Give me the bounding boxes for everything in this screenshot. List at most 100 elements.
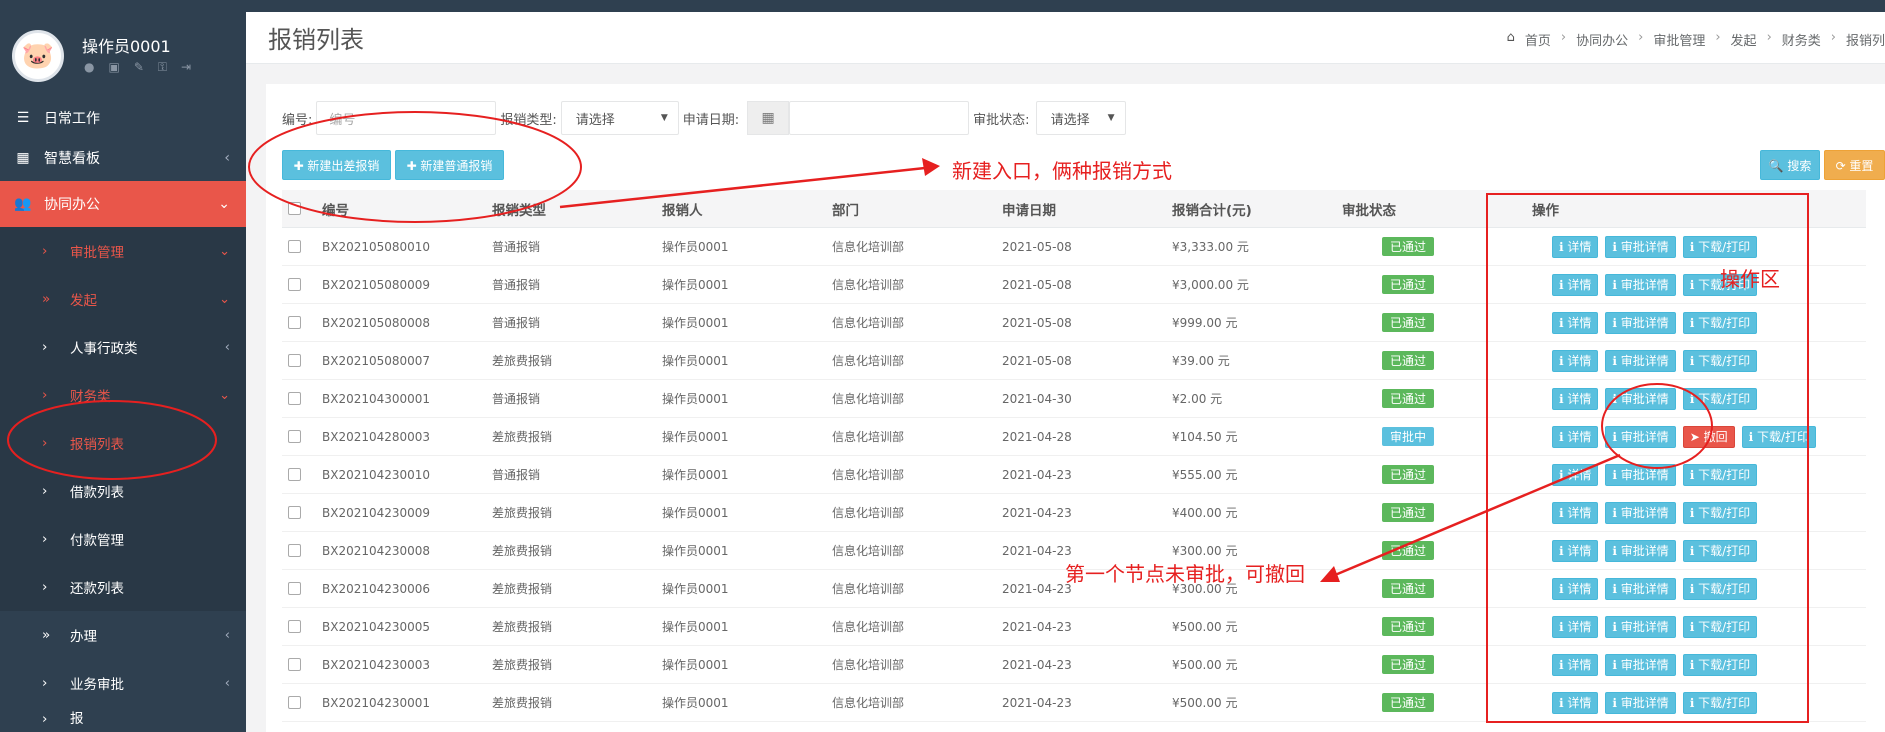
row-checkbox[interactable] bbox=[288, 240, 301, 253]
reset-button[interactable]: ⟳ 重置 bbox=[1824, 150, 1885, 180]
user-icon[interactable]: ● bbox=[84, 60, 94, 75]
detail-button[interactable]: ℹ 详情 bbox=[1552, 577, 1599, 600]
audit-detail-button[interactable]: ℹ 审批详情 bbox=[1605, 653, 1676, 676]
breadcrumb-item[interactable]: 财务类 bbox=[1782, 30, 1821, 49]
row-checkbox[interactable] bbox=[288, 620, 301, 633]
menu-label: 报 bbox=[70, 711, 84, 727]
menu-collab-office[interactable]: 👥 协同办公 ⌄ bbox=[0, 181, 246, 227]
new-normal-expense-button[interactable]: ✚ 新建普通报销 bbox=[395, 150, 504, 180]
row-checkbox[interactable] bbox=[288, 582, 301, 595]
menu-expense-list[interactable]: › 报销列表 bbox=[0, 419, 246, 467]
row-checkbox[interactable] bbox=[288, 506, 301, 519]
breadcrumb-item[interactable]: 首页 bbox=[1525, 30, 1551, 49]
detail-button[interactable]: ℹ 详情 bbox=[1552, 539, 1599, 562]
detail-button[interactable]: ℹ 详情 bbox=[1552, 273, 1599, 296]
user-name[interactable]: 操作员0001 bbox=[82, 33, 171, 57]
audit-detail-button[interactable]: ℹ 审批详情 bbox=[1605, 501, 1676, 524]
audit-detail-button[interactable]: ℹ 审批详情 bbox=[1605, 463, 1676, 486]
menu-more[interactable]: › 报 bbox=[0, 707, 246, 727]
revoke-button[interactable]: ➤ 撤回 bbox=[1682, 425, 1735, 448]
download-print-button[interactable]: ℹ 下载/打印 bbox=[1682, 501, 1758, 524]
row-checkbox[interactable] bbox=[288, 430, 301, 443]
menu-finance[interactable]: › 财务类 ⌄ bbox=[0, 371, 246, 419]
row-checkbox[interactable] bbox=[288, 392, 301, 405]
audit-detail-button[interactable]: ℹ 审批详情 bbox=[1605, 273, 1676, 296]
audit-detail-button[interactable]: ℹ 审批详情 bbox=[1605, 539, 1676, 562]
detail-button[interactable]: ℹ 详情 bbox=[1552, 425, 1599, 448]
download-print-button[interactable]: ℹ 下载/打印 bbox=[1682, 691, 1758, 714]
breadcrumb-item[interactable]: 审批管理 bbox=[1653, 30, 1705, 49]
row-checkbox[interactable] bbox=[288, 316, 301, 329]
detail-button[interactable]: ℹ 详情 bbox=[1552, 387, 1599, 410]
type-select[interactable]: 请选择 ▼ bbox=[560, 101, 679, 135]
key-icon[interactable]: ⚿ bbox=[158, 60, 167, 75]
detail-button[interactable]: ℹ 详情 bbox=[1552, 349, 1599, 372]
row-checkbox[interactable] bbox=[288, 278, 301, 291]
row-checkbox[interactable] bbox=[288, 354, 301, 367]
menu-repay-list[interactable]: › 还款列表 bbox=[0, 563, 246, 611]
menu-hr-admin[interactable]: › 人事行政类 ‹ bbox=[0, 323, 246, 371]
header-person[interactable]: 报销人 bbox=[662, 199, 703, 219]
audit-detail-button[interactable]: ℹ 审批详情 bbox=[1605, 691, 1676, 714]
menu-loan-list[interactable]: › 借款列表 bbox=[0, 467, 246, 515]
detail-button[interactable]: ℹ 详情 bbox=[1552, 501, 1599, 524]
row-checkbox[interactable] bbox=[288, 544, 301, 557]
audit-detail-button[interactable]: ℹ 审批详情 bbox=[1605, 235, 1676, 258]
row-checkbox[interactable] bbox=[288, 468, 301, 481]
header-date[interactable]: 申请日期 bbox=[1002, 199, 1056, 219]
audit-detail-button[interactable]: ℹ 审批详情 bbox=[1605, 577, 1676, 600]
breadcrumb-item[interactable]: 发起 bbox=[1731, 30, 1757, 49]
menu-approval-mgmt[interactable]: › 审批管理 ⌄ bbox=[0, 227, 246, 275]
detail-button[interactable]: ℹ 详情 bbox=[1552, 691, 1599, 714]
download-print-button[interactable]: ℹ 下载/打印 bbox=[1682, 577, 1758, 600]
detail-button[interactable]: ℹ 详情 bbox=[1552, 653, 1599, 676]
download-print-button[interactable]: ℹ 下载/打印 bbox=[1682, 311, 1758, 334]
header-code[interactable]: 编号 bbox=[322, 199, 349, 219]
edit-icon[interactable]: ✎ bbox=[134, 60, 144, 75]
detail-button[interactable]: ℹ 详情 bbox=[1552, 311, 1599, 334]
download-print-button[interactable]: ℹ 下载/打印 bbox=[1682, 615, 1758, 638]
breadcrumb-item[interactable]: 报销列 bbox=[1846, 30, 1885, 49]
select-all-checkbox[interactable] bbox=[288, 202, 301, 215]
id-card-icon[interactable]: ▣ bbox=[108, 60, 119, 75]
menu-dashboard[interactable]: ▦ 智慧看板 ‹ bbox=[0, 135, 246, 181]
menu-initiate[interactable]: » 发起 ⌄ bbox=[0, 275, 246, 323]
row-checkbox[interactable] bbox=[288, 658, 301, 671]
detail-button[interactable]: ℹ 详情 bbox=[1552, 463, 1599, 486]
table-row: BX202104230001 差旅费报销 操作员0001 信息化培训部 2021-04-… bbox=[282, 684, 1866, 722]
row-checkbox[interactable] bbox=[288, 696, 301, 709]
download-print-button[interactable]: ℹ 下载/打印 bbox=[1682, 349, 1758, 372]
menu-handle[interactable]: » 办理 ‹ bbox=[0, 611, 246, 659]
audit-detail-button[interactable]: ℹ 审批详情 bbox=[1605, 311, 1676, 334]
status-select[interactable]: 请选择 ▼ bbox=[1035, 101, 1126, 135]
breadcrumb-item[interactable]: 协同办公 bbox=[1576, 30, 1628, 49]
logout-icon[interactable]: ⇥ bbox=[181, 60, 191, 75]
code-input[interactable]: 编号 bbox=[316, 101, 497, 135]
download-print-button[interactable]: ℹ 下载/打印 bbox=[1682, 387, 1758, 410]
calendar-icon[interactable]: ▦ bbox=[747, 101, 790, 135]
menu-biz-audit[interactable]: › 业务审批 ‹ bbox=[0, 659, 246, 707]
date-input[interactable] bbox=[789, 101, 970, 135]
menu-daily-work[interactable]: ☰ 日常工作 bbox=[0, 103, 246, 133]
download-print-button[interactable]: ℹ 下载/打印 bbox=[1682, 463, 1758, 486]
download-print-button[interactable]: ℹ 下载/打印 bbox=[1741, 425, 1817, 448]
download-print-button[interactable]: ℹ 下载/打印 bbox=[1682, 539, 1758, 562]
header-dept[interactable]: 部门 bbox=[832, 199, 859, 219]
detail-button[interactable]: ℹ 详情 bbox=[1552, 235, 1599, 258]
audit-detail-button[interactable]: ℹ 审批详情 bbox=[1605, 349, 1676, 372]
audit-detail-button[interactable]: ℹ 审批详情 bbox=[1605, 387, 1676, 410]
header-amount[interactable]: 报销合计(元) bbox=[1172, 199, 1252, 219]
download-print-button[interactable]: ℹ 下载/打印 bbox=[1682, 235, 1758, 258]
new-travel-expense-button[interactable]: ✚ 新建出差报销 bbox=[282, 150, 391, 180]
cell-date: 2021-05-08 bbox=[1002, 353, 1072, 368]
download-print-button[interactable]: ℹ 下载/打印 bbox=[1682, 653, 1758, 676]
cell-date: 2021-04-28 bbox=[1002, 429, 1072, 444]
menu-payment-mgmt[interactable]: › 付款管理 bbox=[0, 515, 246, 563]
header-type[interactable]: 报销类型 bbox=[492, 199, 546, 219]
search-button[interactable]: 🔍 搜索 bbox=[1760, 150, 1820, 180]
detail-button[interactable]: ℹ 详情 bbox=[1552, 615, 1599, 638]
audit-detail-button[interactable]: ℹ 审批详情 bbox=[1605, 425, 1676, 448]
avatar[interactable]: 🐷 bbox=[12, 30, 64, 82]
audit-detail-button[interactable]: ℹ 审批详情 bbox=[1605, 615, 1676, 638]
header-status[interactable]: 审批状态 bbox=[1342, 199, 1396, 219]
